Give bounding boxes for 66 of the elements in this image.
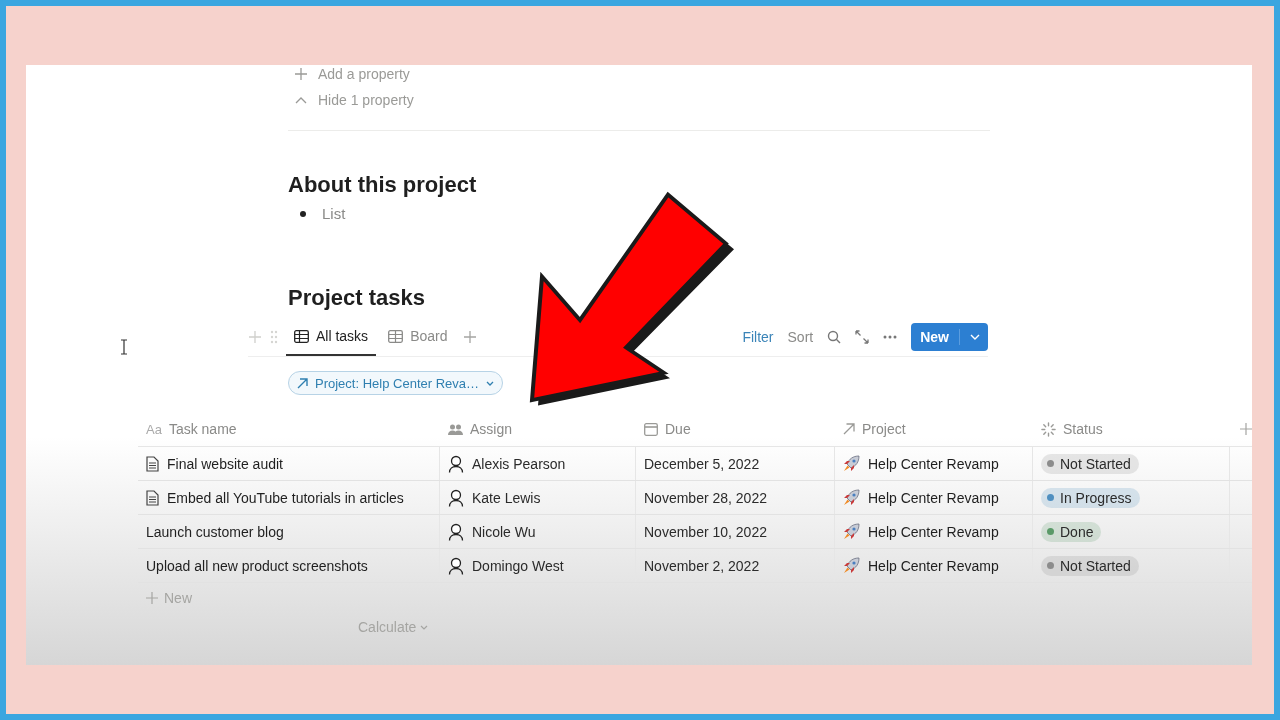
new-button[interactable]: New — [911, 323, 988, 351]
view-tab[interactable]: Board — [380, 318, 456, 356]
plus-icon — [146, 592, 158, 604]
column-header[interactable]: Status — [1033, 412, 1230, 446]
section-heading: About this project — [288, 171, 477, 199]
status-tag: Not Started — [1041, 555, 1139, 576]
avatar-icon — [448, 556, 464, 575]
rocket-icon — [843, 557, 860, 574]
arrow-up-right-icon — [297, 377, 308, 389]
table-cell: Help Center Revamp — [835, 549, 1033, 582]
list-item: List — [322, 205, 346, 222]
section-heading: Project tasks — [288, 284, 425, 312]
rocket-icon — [843, 523, 860, 540]
table-cell: Nicole Wu — [440, 515, 636, 548]
text-cursor-icon — [120, 339, 128, 355]
table-cell: Help Center Revamp — [835, 447, 1033, 480]
new-row-button[interactable]: New — [138, 583, 192, 613]
drag-handle-icon[interactable] — [270, 330, 278, 344]
table-cell: November 2, 2022 — [636, 549, 835, 582]
column-header[interactable]: Due — [636, 412, 835, 446]
filter-link[interactable]: Filter — [742, 329, 774, 345]
rocket-icon — [843, 455, 860, 472]
status-tag: Done — [1041, 521, 1102, 542]
column-header[interactable]: Project — [835, 412, 1033, 446]
document-icon — [146, 455, 159, 472]
arrow-up-right-icon — [843, 423, 855, 435]
bullet-icon — [300, 210, 306, 217]
table-cell: Alexis Pearson — [440, 447, 636, 480]
table-cell: Help Center Revamp — [835, 481, 1033, 514]
chevron-down-icon — [486, 380, 494, 386]
calendar-icon — [644, 422, 658, 436]
loading-icon — [1041, 421, 1056, 437]
board-icon — [388, 329, 404, 343]
table-cell: November 10, 2022 — [636, 515, 835, 548]
table-cell[interactable]: Launch customer blog — [138, 515, 440, 548]
table-cell: December 5, 2022 — [636, 447, 835, 480]
property-action[interactable]: Hide 1 property — [288, 83, 414, 117]
table-cell: Kate Lewis — [440, 481, 636, 514]
sort-link[interactable]: Sort — [787, 329, 814, 345]
table-cell[interactable]: Embed all YouTube tutorials in articles — [138, 481, 440, 514]
avatar-icon — [448, 522, 464, 541]
table-cell[interactable]: Upload all new product screenshots — [138, 549, 440, 582]
chevron-down-icon[interactable] — [970, 334, 980, 340]
expand-icon[interactable] — [855, 330, 870, 344]
document-icon — [146, 489, 159, 506]
chevron-down-icon — [420, 624, 429, 630]
plus-icon — [294, 67, 308, 81]
table-cell: Help Center Revamp — [835, 515, 1033, 548]
view-tab[interactable]: All tasks — [286, 318, 377, 356]
avatar-icon — [448, 488, 464, 507]
table-icon — [294, 329, 309, 343]
column-header[interactable]: Assign — [440, 412, 636, 446]
calculate-button[interactable]: Calculate — [358, 619, 429, 635]
more-icon[interactable] — [883, 335, 898, 339]
avatar-icon — [448, 454, 464, 473]
table-cell[interactable]: Final website audit — [138, 447, 440, 480]
status-tag: Not Started — [1041, 453, 1139, 474]
people-icon — [448, 423, 463, 435]
table-cell: Domingo West — [440, 549, 636, 582]
rocket-icon — [843, 489, 860, 506]
filter-chip[interactable]: Project: Help Center Reva… — [288, 371, 503, 395]
column-header[interactable]: Aa Task name — [138, 412, 440, 446]
status-tag: In Progress — [1041, 487, 1140, 508]
property-action[interactable]: Add a property — [288, 65, 410, 83]
table-cell: November 28, 2022 — [636, 481, 835, 514]
search-icon[interactable] — [827, 330, 842, 344]
